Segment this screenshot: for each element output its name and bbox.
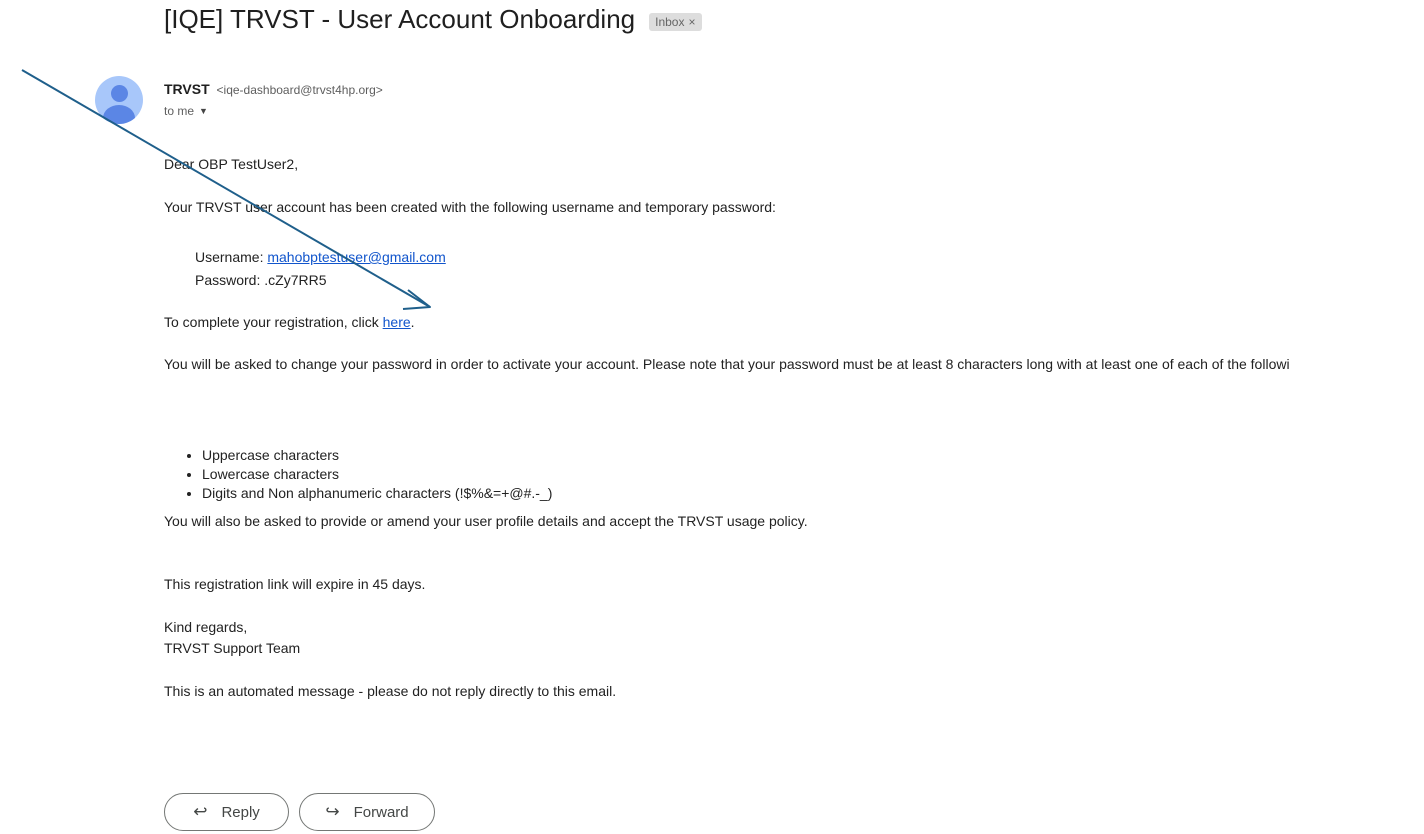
forward-label: Forward (353, 803, 409, 821)
password-value: .cZy7RR5 (264, 272, 327, 288)
reply-button[interactable]: ↩ Reply (164, 793, 289, 831)
username-line: Username: mahobptestuser@gmail.com (195, 249, 446, 265)
password-requirements-list: Uppercase characters Lowercase character… (180, 446, 552, 503)
subject-row: [IQE] TRVST - User Account Onboarding In… (164, 4, 702, 35)
password-label: Password: (195, 272, 265, 288)
annotation-arrow-head (402, 289, 431, 310)
close-icon[interactable]: × (688, 15, 695, 29)
list-item: Lowercase characters (202, 465, 552, 484)
password-note-text: You will be asked to change your passwor… (164, 356, 1290, 372)
list-item: Uppercase characters (202, 446, 552, 465)
registration-suffix: . (410, 314, 415, 330)
profile-note-text: You will also be asked to provide or ame… (164, 513, 808, 529)
reply-label: Reply (221, 803, 260, 821)
chevron-down-icon[interactable]: ▼ (199, 106, 208, 116)
list-item: Digits and Non alphanumeric characters (… (202, 484, 552, 503)
reply-icon: ↩ (193, 802, 208, 821)
registration-line: To complete your registration, click her… (164, 314, 415, 330)
sender-name[interactable]: TRVST (164, 81, 210, 97)
username-label: Username: (195, 249, 268, 265)
registration-link[interactable]: here (383, 314, 411, 330)
sender-row: TRVST <iqe-dashboard@trvst4hp.org> (164, 81, 383, 97)
forward-icon: ↪ (325, 802, 340, 821)
signature-text: TRVST Support Team (164, 640, 301, 656)
annotation-arrow-icon (21, 69, 431, 310)
intro-text: Your TRVST user account has been created… (164, 199, 776, 215)
closing-text: Kind regards, (164, 619, 248, 635)
password-line: Password: .cZy7RR5 (195, 272, 326, 288)
expiry-note-text: This registration link will expire in 45… (164, 576, 426, 592)
recipient-details-toggle[interactable]: to me ▼ (164, 104, 208, 118)
user-avatar-icon[interactable] (95, 76, 143, 124)
inbox-label-chip[interactable]: Inbox × (649, 12, 702, 31)
greeting-text: Dear OBP TestUser2, (164, 156, 299, 172)
registration-prefix: To complete your registration, click (164, 314, 383, 330)
recipient-text: to me (164, 104, 195, 118)
automated-note-text: This is an automated message - please do… (164, 683, 617, 699)
avatar-body-shape (103, 105, 135, 124)
inbox-label-text: Inbox (655, 14, 685, 29)
username-email-link[interactable]: mahobptestuser@gmail.com (267, 249, 445, 265)
avatar-head-shape (111, 85, 128, 102)
email-subject: [IQE] TRVST - User Account Onboarding (164, 4, 636, 34)
sender-email: <iqe-dashboard@trvst4hp.org> (216, 83, 383, 97)
forward-button[interactable]: ↪ Forward (299, 793, 435, 831)
